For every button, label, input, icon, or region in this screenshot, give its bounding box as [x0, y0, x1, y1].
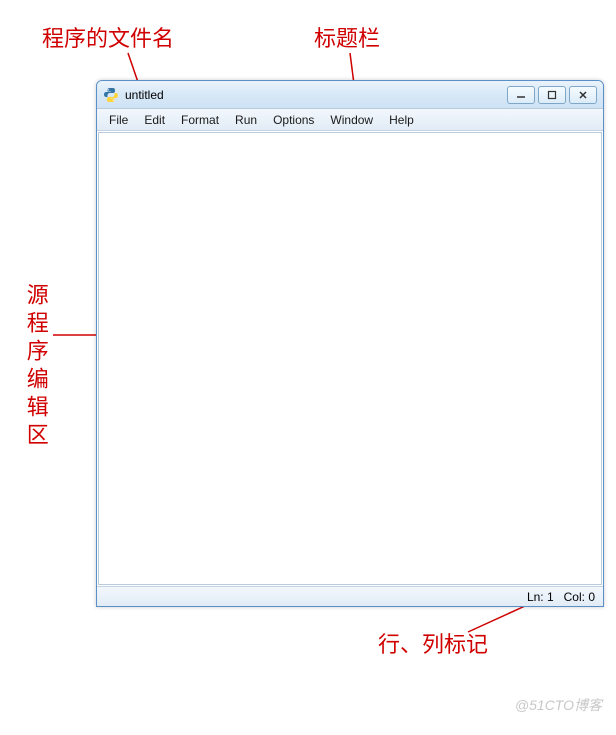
- idle-window: untitled File Edit Format Run Options Wi…: [96, 80, 604, 607]
- annotation-titlebar: 标题栏: [314, 26, 380, 52]
- python-icon: [103, 87, 119, 103]
- minimize-button[interactable]: [507, 86, 535, 104]
- annotation-editor: 源程序编辑区: [20, 283, 51, 451]
- titlebar[interactable]: untitled: [97, 81, 603, 109]
- annotation-statusbar: 行、列标记: [378, 632, 488, 658]
- menu-help[interactable]: Help: [381, 111, 422, 129]
- menu-edit[interactable]: Edit: [136, 111, 173, 129]
- maximize-button[interactable]: [538, 86, 566, 104]
- menu-window[interactable]: Window: [322, 111, 381, 129]
- watermark: @51CTO博客: [515, 695, 602, 715]
- window-title: untitled: [125, 88, 504, 102]
- statusbar: Ln: 1 Col: 0: [97, 586, 603, 606]
- menu-format[interactable]: Format: [173, 111, 227, 129]
- status-line: Ln: 1: [527, 590, 554, 604]
- annotation-filename: 程序的文件名: [42, 26, 174, 52]
- status-col: Col: 0: [564, 590, 595, 604]
- menubar: File Edit Format Run Options Window Help: [97, 109, 603, 131]
- editor-area[interactable]: [98, 132, 602, 585]
- close-button[interactable]: [569, 86, 597, 104]
- menu-options[interactable]: Options: [265, 111, 322, 129]
- menu-file[interactable]: File: [101, 111, 136, 129]
- menu-run[interactable]: Run: [227, 111, 265, 129]
